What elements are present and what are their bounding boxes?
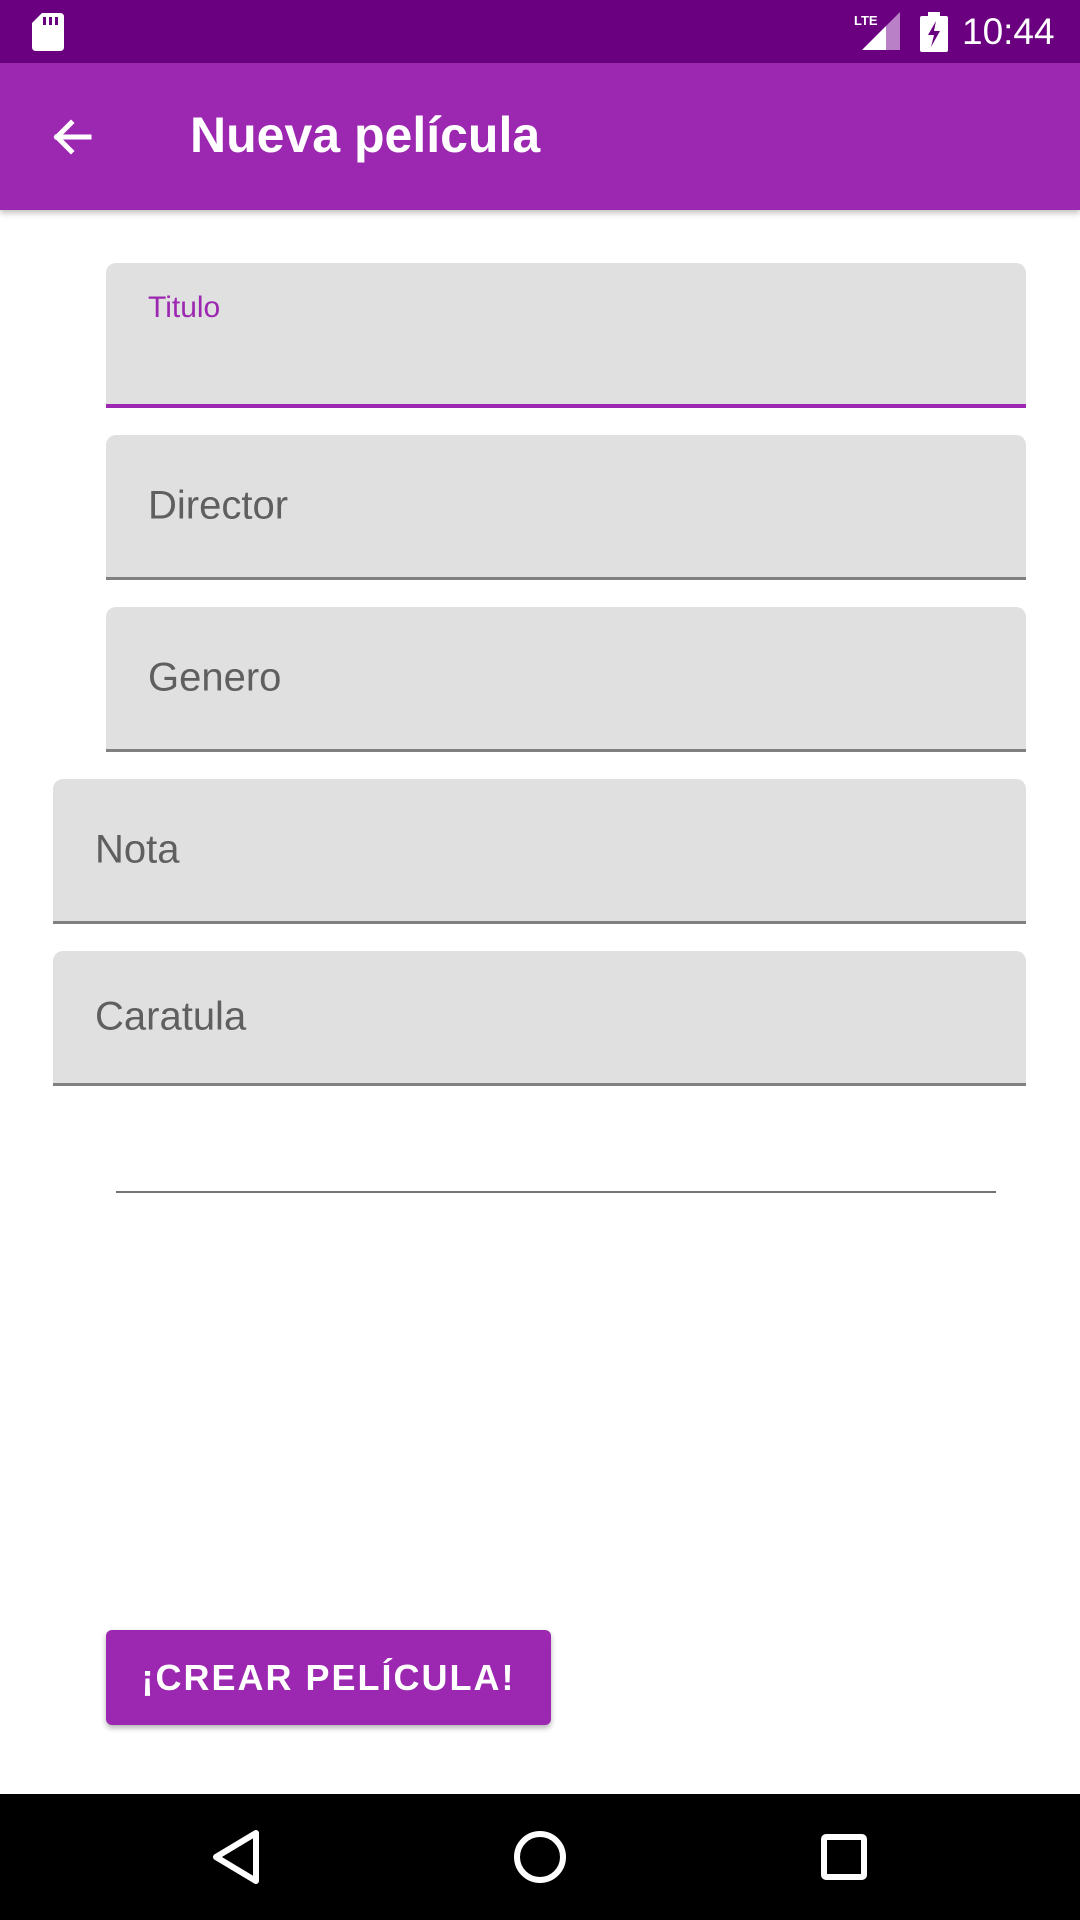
navigation-bar: [0, 1794, 1080, 1920]
arrow-back-icon: [53, 119, 92, 155]
caratula-field[interactable]: Caratula: [53, 951, 1026, 1086]
nav-home-icon: [514, 1831, 566, 1883]
nav-recents-button[interactable]: [806, 1819, 882, 1895]
status-time: 10:44: [962, 11, 1055, 52]
nota-field[interactable]: Nota: [53, 779, 1026, 924]
titulo-label: Titulo: [148, 291, 221, 324]
app-bar: Nueva película: [0, 63, 1080, 210]
director-field[interactable]: Director: [106, 435, 1026, 580]
titulo-field[interactable]: Titulo: [106, 263, 1026, 408]
caratula-placeholder: Caratula: [95, 994, 247, 1039]
lte-signal-icon: LTE: [854, 12, 900, 50]
status-bar: LTE 10:44: [0, 0, 1080, 63]
director-placeholder: Director: [148, 483, 289, 528]
back-button[interactable]: [34, 100, 108, 174]
genero-field[interactable]: Genero: [106, 607, 1026, 752]
nav-back-button[interactable]: [198, 1819, 274, 1895]
battery-charging-icon: [920, 12, 948, 52]
genero-placeholder: Genero: [148, 655, 282, 700]
nav-home-button[interactable]: [502, 1819, 578, 1895]
nota-placeholder: Nota: [95, 827, 180, 872]
sd-card-icon: [32, 13, 64, 51]
nav-back-icon: [213, 1830, 259, 1884]
titulo-input[interactable]: [148, 338, 984, 390]
nav-recents-icon: [821, 1834, 867, 1880]
create-movie-button[interactable]: ¡CREAR PELÍCULA!: [106, 1630, 551, 1725]
empty-input-underline[interactable]: [116, 1191, 996, 1193]
page-title: Nueva película: [190, 107, 541, 163]
lte-label: LTE: [854, 13, 878, 28]
